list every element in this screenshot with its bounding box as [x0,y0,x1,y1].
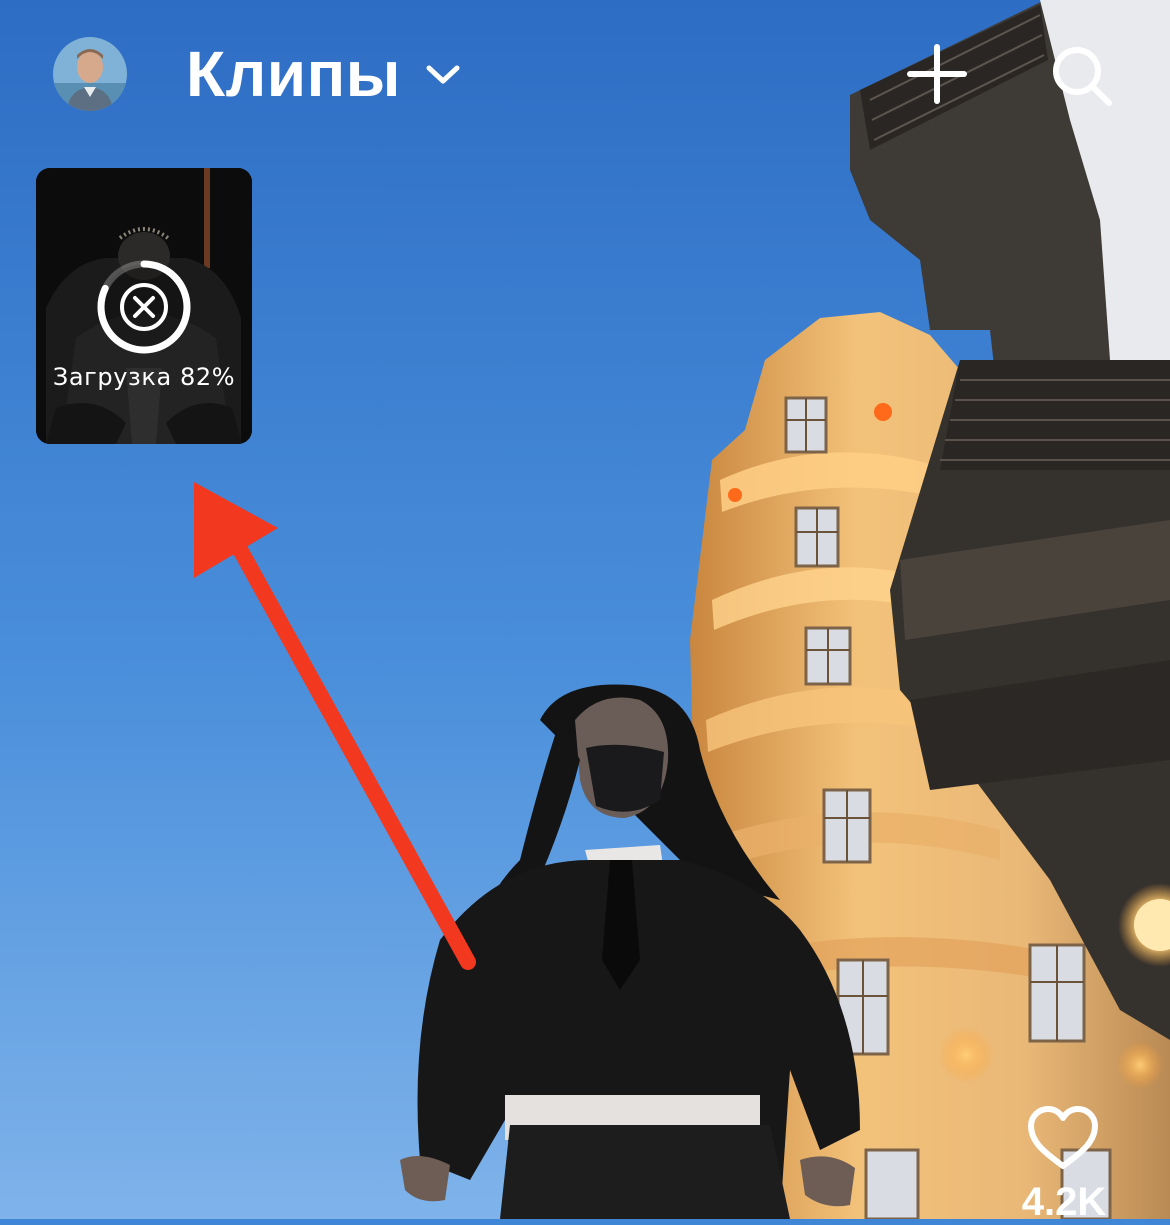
user-avatar[interactable] [53,37,127,111]
cancel-upload-button[interactable] [93,256,195,358]
feed-title-dropdown[interactable]: Клипы [186,34,463,114]
plus-icon [907,44,967,104]
like-count: 4.2K [1021,1180,1107,1224]
search-button[interactable] [1050,44,1114,108]
like-button[interactable] [1026,1104,1100,1172]
chevron-down-icon [426,65,460,84]
avatar-image [53,37,127,111]
search-icon [1053,47,1112,106]
upload-status-label: Загрузка 82% [52,363,236,391]
top-bar: Клипы [0,0,1170,150]
add-clip-button[interactable] [906,43,968,105]
page-title: Клипы [186,38,401,110]
heart-icon [1028,1106,1098,1169]
